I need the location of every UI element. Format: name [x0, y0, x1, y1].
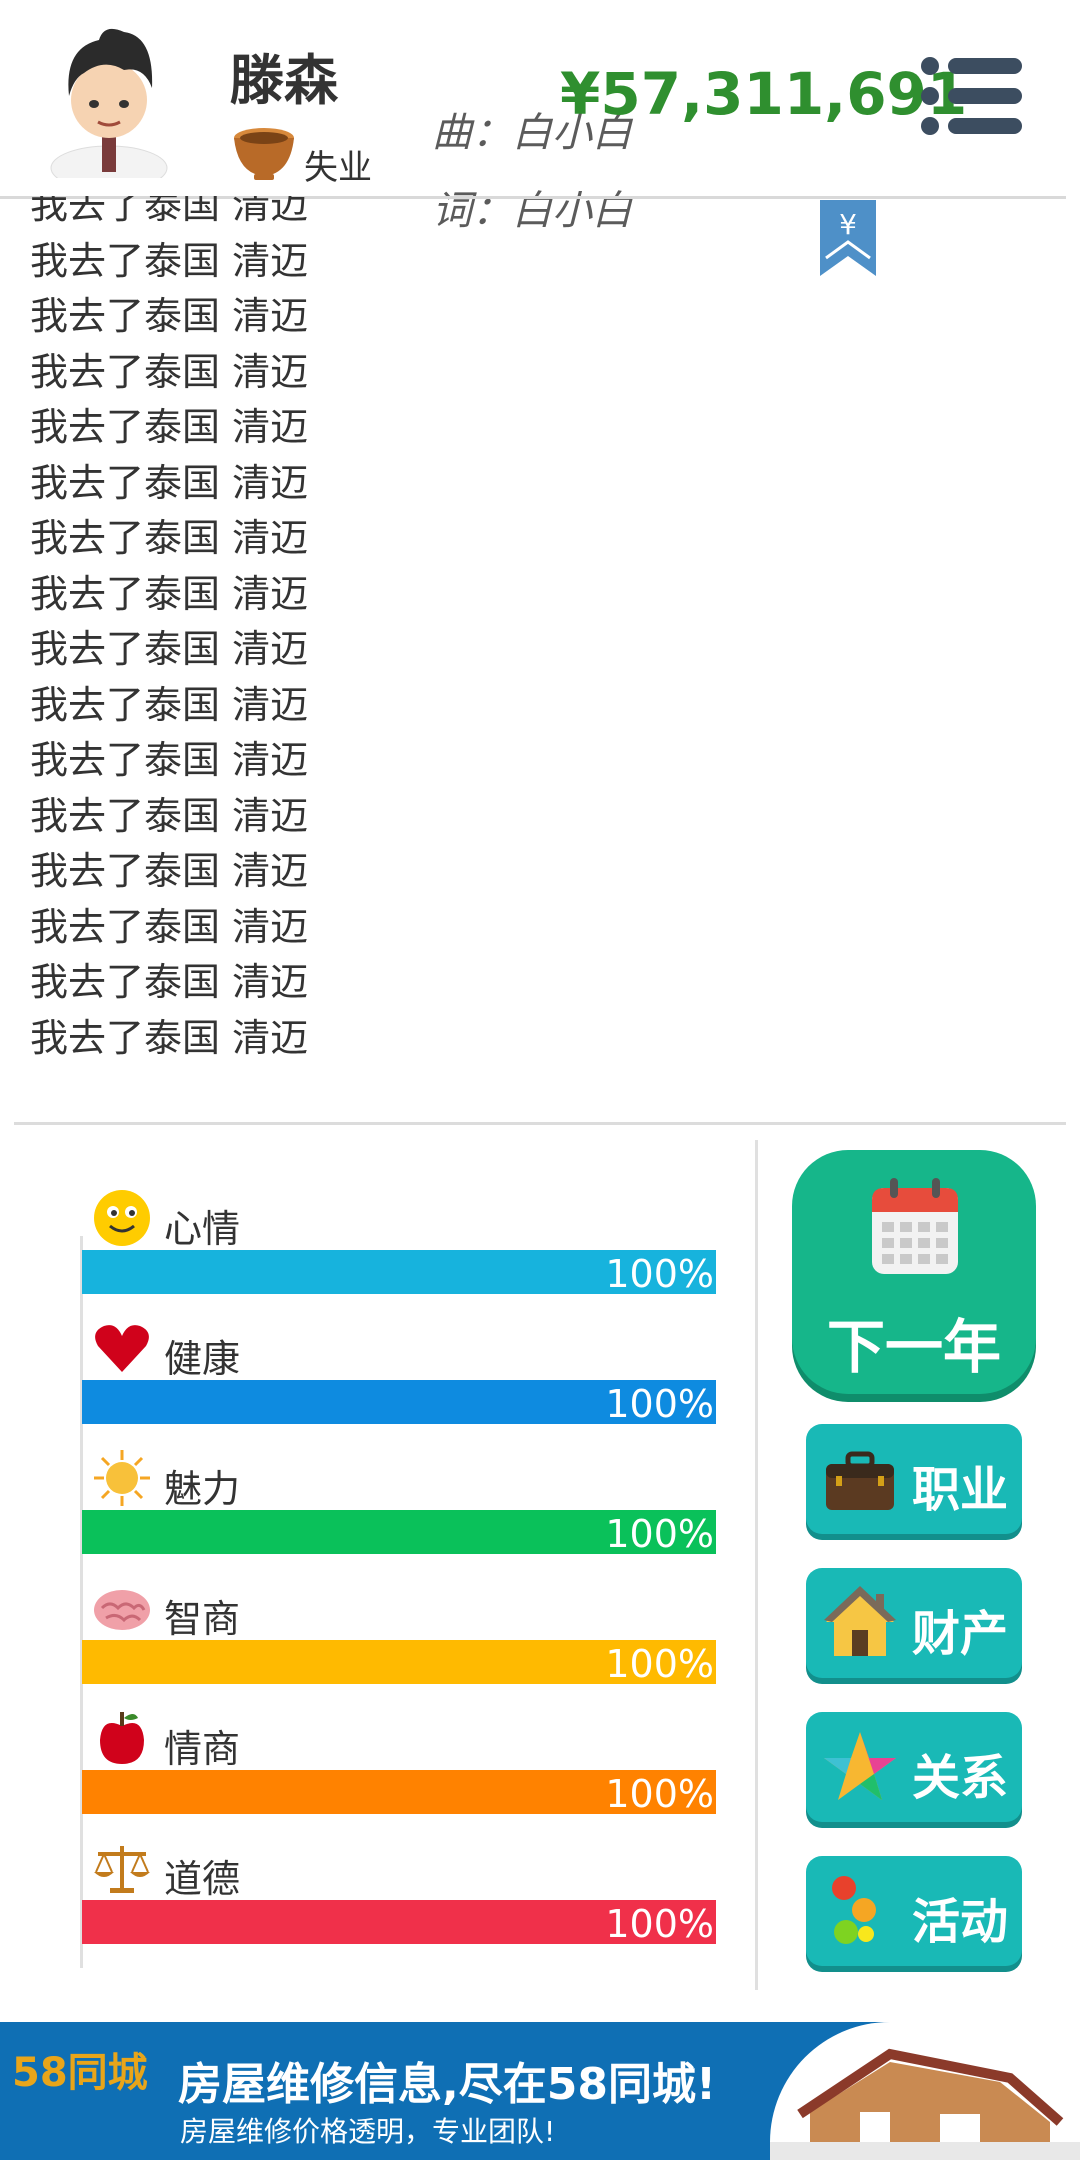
heart-icon — [92, 1318, 152, 1378]
smiley-icon — [92, 1188, 152, 1248]
log-entry: 我去了泰国 清迈 — [30, 793, 309, 838]
log-entry: 我去了泰国 清迈 — [30, 904, 309, 949]
top-bar: 滕森 失业 曲：白小白 词：白小白 ¥57,311,691 — [0, 0, 1080, 234]
stat-percent: 100% — [605, 1772, 714, 1816]
log-entry: 我去了泰国 清迈 — [30, 627, 309, 671]
bowl-icon — [234, 128, 294, 180]
next-year-label: 下一年 — [826, 1313, 1001, 1381]
stat-row: 情商 100% — [82, 1708, 716, 1838]
activities-button[interactable]: 活动 — [806, 1856, 1022, 1966]
stat-label: 魅力 — [164, 1467, 241, 1511]
log-entry: 我去了泰国 清迈 — [30, 238, 309, 283]
money-bookmark-icon[interactable]: ¥ — [820, 200, 876, 276]
stat-label: 健康 — [164, 1337, 241, 1381]
stat-row: 心情 100% — [82, 1188, 716, 1318]
apple-icon — [92, 1708, 152, 1768]
brain-icon — [92, 1578, 152, 1638]
briefcase-icon — [826, 1451, 894, 1510]
panel-separator — [755, 1140, 758, 1990]
event-log[interactable]: 我去了泰国 清迈 我去了泰国 清迈 我去了泰国 清迈 我去了泰国 清迈 我去了泰国 清迈… — [30, 196, 730, 1076]
player-name: 滕森 — [230, 49, 338, 112]
stat-row: 健康 100% — [82, 1318, 716, 1448]
next-year-button[interactable]: 下一年 — [792, 1150, 1036, 1394]
sun-icon — [92, 1448, 152, 1508]
log-entry: 我去了泰国 清迈 — [30, 1015, 309, 1060]
stat-label: 智商 — [164, 1597, 241, 1641]
house-illustration-icon — [770, 2048, 1080, 2160]
job-status: 失业 — [304, 148, 372, 188]
relations-label: 关系 — [912, 1750, 1009, 1806]
career-button[interactable]: 职业 — [806, 1424, 1022, 1534]
ad-house-image — [770, 2022, 1080, 2160]
scales-icon — [92, 1838, 152, 1898]
stat-percent: 100% — [605, 1512, 714, 1556]
log-entry: 我去了泰国 清迈 — [30, 682, 309, 727]
log-entry: 我去了泰国 清迈 — [30, 460, 309, 505]
stat-label: 心情 — [164, 1207, 241, 1251]
stat-label: 道德 — [164, 1857, 241, 1901]
ad-headline: 房屋维修信息,尽在58同城! — [178, 2059, 717, 2110]
log-entry: 我去了泰国 清迈 — [30, 196, 309, 227]
property-label: 财产 — [912, 1606, 1009, 1662]
star-icon — [824, 1732, 896, 1800]
bookmark-symbol: ¥ — [839, 208, 857, 241]
section-divider — [14, 1122, 1066, 1125]
house-icon — [824, 1586, 896, 1656]
career-label: 职业 — [912, 1462, 1009, 1518]
log-entry: 我去了泰国 清迈 — [30, 294, 309, 338]
ad-logo: 58同城 — [12, 2050, 148, 2096]
stat-row: 道德 100% — [82, 1838, 716, 1968]
avatar[interactable] — [44, 18, 174, 178]
stat-percent: 100% — [605, 1252, 714, 1296]
stat-percent: 100% — [605, 1902, 714, 1946]
log-entry: 我去了泰国 清迈 — [30, 960, 309, 1004]
calendar-icon — [872, 1178, 958, 1274]
stat-row: 智商 100% — [82, 1578, 716, 1708]
stat-label: 情商 — [164, 1727, 241, 1771]
relations-button[interactable]: 关系 — [806, 1712, 1022, 1822]
log-entry: 我去了泰国 清迈 — [30, 405, 309, 449]
activities-label: 活动 — [912, 1894, 1009, 1950]
money-balance: ¥57,311,691 — [560, 60, 968, 128]
stat-percent: 100% — [605, 1382, 714, 1426]
log-entry: 我去了泰国 清迈 — [30, 516, 309, 560]
property-button[interactable]: 财产 — [806, 1568, 1022, 1678]
menu-icon[interactable] — [920, 56, 1024, 136]
log-entry: 我去了泰国 清迈 — [30, 349, 309, 394]
activities-icon — [832, 1876, 876, 1944]
log-entry: 我去了泰国 清迈 — [30, 738, 309, 782]
ad-subline: 房屋维修价格透明，专业团队! — [180, 2115, 556, 2148]
stat-row: 魅力 100% — [82, 1448, 716, 1578]
stat-percent: 100% — [605, 1642, 714, 1686]
log-entry: 我去了泰国 清迈 — [30, 849, 309, 893]
log-entry: 我去了泰国 清迈 — [30, 571, 309, 616]
ad-banner[interactable]: 58同城 房屋维修信息,尽在58同城! 房屋维修价格透明，专业团队! — [0, 2022, 1080, 2160]
